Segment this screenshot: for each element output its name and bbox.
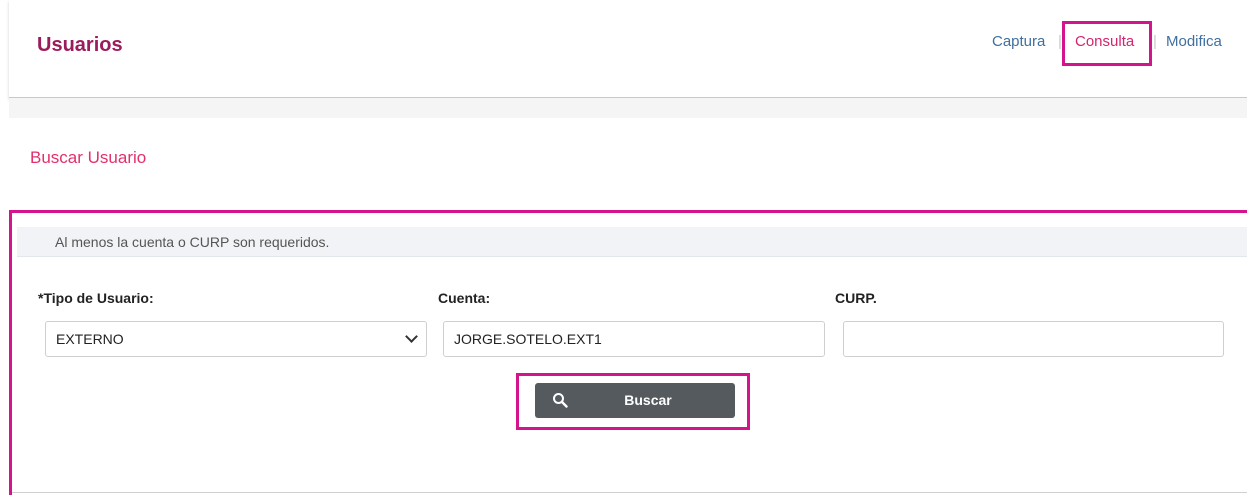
tipo-usuario-label: *Tipo de Usuario:	[38, 290, 154, 306]
nav-captura[interactable]: Captura	[992, 33, 1045, 50]
buscar-button[interactable]: Buscar	[535, 383, 735, 418]
curp-label: CURP.	[835, 290, 877, 306]
nav-separator: |	[1153, 33, 1157, 50]
tipo-usuario-select[interactable]: EXTERNO	[45, 321, 427, 357]
chevron-down-icon	[405, 330, 418, 343]
curp-input[interactable]	[843, 321, 1224, 357]
consulta-highlight-box	[1062, 21, 1152, 66]
nav-modifica[interactable]: Modifica	[1166, 33, 1222, 50]
buscar-button-label: Buscar	[624, 392, 672, 408]
section-gap	[9, 98, 1247, 118]
panel-title: Buscar Usuario	[30, 148, 147, 167]
cuenta-label: Cuenta:	[438, 290, 491, 306]
cuenta-input[interactable]: JORGE.SOTELO.EXT1	[443, 321, 825, 357]
tipo-usuario-value: EXTERNO	[56, 331, 124, 347]
bottom-divider	[12, 492, 1247, 493]
top-nav: Captura | Consulta | Modifica	[0, 33, 1247, 57]
info-message: Al menos la cuenta o CURP son requeridos…	[17, 227, 1247, 257]
